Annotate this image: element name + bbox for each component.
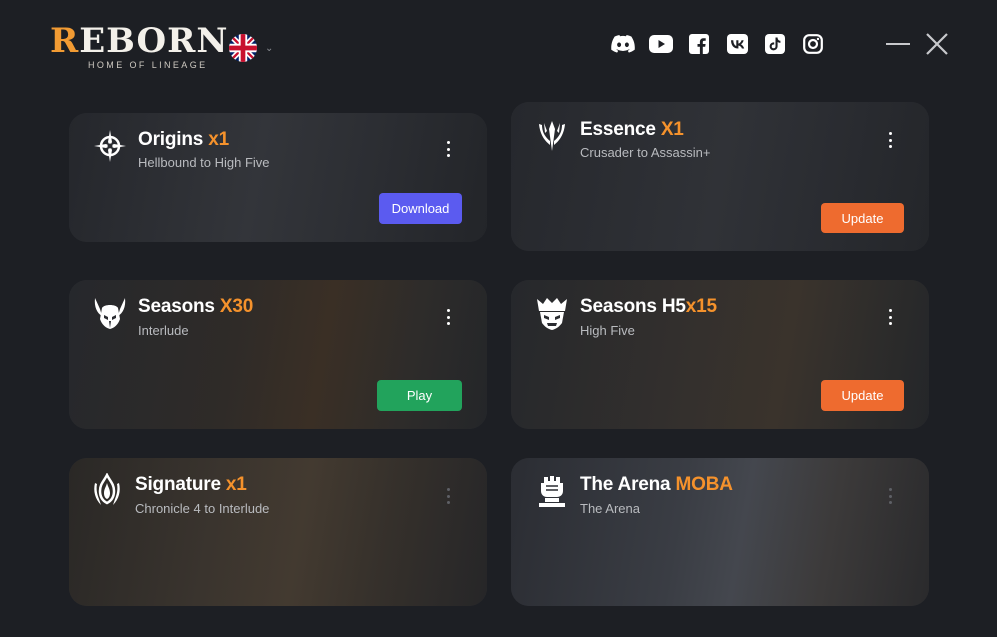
chevron-down-icon: ⌄ [265, 42, 274, 54]
server-card-essence[interactable]: Essence X1 Crusader to Assassin+ Update [511, 102, 929, 251]
card-subtitle: Crusader to Assassin+ [580, 145, 711, 160]
card-background [69, 458, 487, 606]
logo-tagline: HOME OF LINEAGE [88, 60, 208, 70]
facebook-icon[interactable] [687, 33, 711, 55]
vk-icon[interactable] [725, 33, 749, 55]
minimize-icon[interactable] [885, 30, 911, 58]
card-title: Signature x1 [135, 474, 247, 495]
youtube-icon[interactable] [649, 33, 673, 55]
card-title: The Arena MOBA [580, 474, 733, 495]
more-options-icon[interactable] [884, 486, 896, 506]
more-options-icon[interactable] [442, 486, 454, 506]
uk-flag-icon [229, 34, 257, 62]
server-card-the-arena[interactable]: The Arena MOBA The Arena [511, 458, 929, 606]
discord-icon[interactable] [611, 33, 635, 55]
card-title: Seasons H5x15 [580, 296, 717, 317]
card-subtitle: Chronicle 4 to Interlude [135, 501, 270, 516]
card-title: Seasons X30 [138, 296, 254, 317]
trident-icon [534, 118, 570, 154]
update-button[interactable]: Update [821, 380, 904, 411]
language-selector[interactable]: ⌄ [229, 33, 279, 63]
more-options-icon[interactable] [442, 307, 454, 327]
server-card-origins[interactable]: Origins x1 Hellbound to High Five Downlo… [69, 113, 487, 242]
server-card-signature[interactable]: Signature x1 Chronicle 4 to Interlude [69, 458, 487, 606]
close-icon[interactable] [924, 30, 950, 58]
server-card-seasons[interactable]: Seasons X30 Interlude Play [69, 280, 487, 429]
card-subtitle: High Five [580, 323, 635, 338]
card-subtitle: Interlude [138, 323, 189, 338]
horned-helmet-icon [92, 295, 128, 331]
more-options-icon[interactable] [884, 307, 896, 327]
card-subtitle: Hellbound to High Five [138, 155, 270, 170]
more-options-icon[interactable] [884, 130, 896, 150]
compass-icon [92, 128, 128, 164]
instagram-icon[interactable] [801, 33, 825, 55]
server-card-seasons-h5[interactable]: Seasons H5x15 High Five Update [511, 280, 929, 429]
update-button[interactable]: Update [821, 203, 904, 233]
fist-icon [534, 473, 570, 509]
reborn-logo: REBORN HOME OF LINEAGE [50, 22, 227, 72]
flame-icon [89, 473, 125, 509]
card-title: Essence X1 [580, 119, 684, 140]
more-options-icon[interactable] [442, 139, 454, 159]
play-button[interactable]: Play [377, 380, 462, 411]
card-subtitle: The Arena [580, 501, 640, 516]
tiktok-icon[interactable] [763, 33, 787, 55]
card-title: Origins x1 [138, 129, 229, 150]
crown-helmet-icon [534, 295, 570, 331]
logo-wordmark: REBORN [50, 21, 229, 61]
download-button[interactable]: Download [379, 193, 462, 224]
